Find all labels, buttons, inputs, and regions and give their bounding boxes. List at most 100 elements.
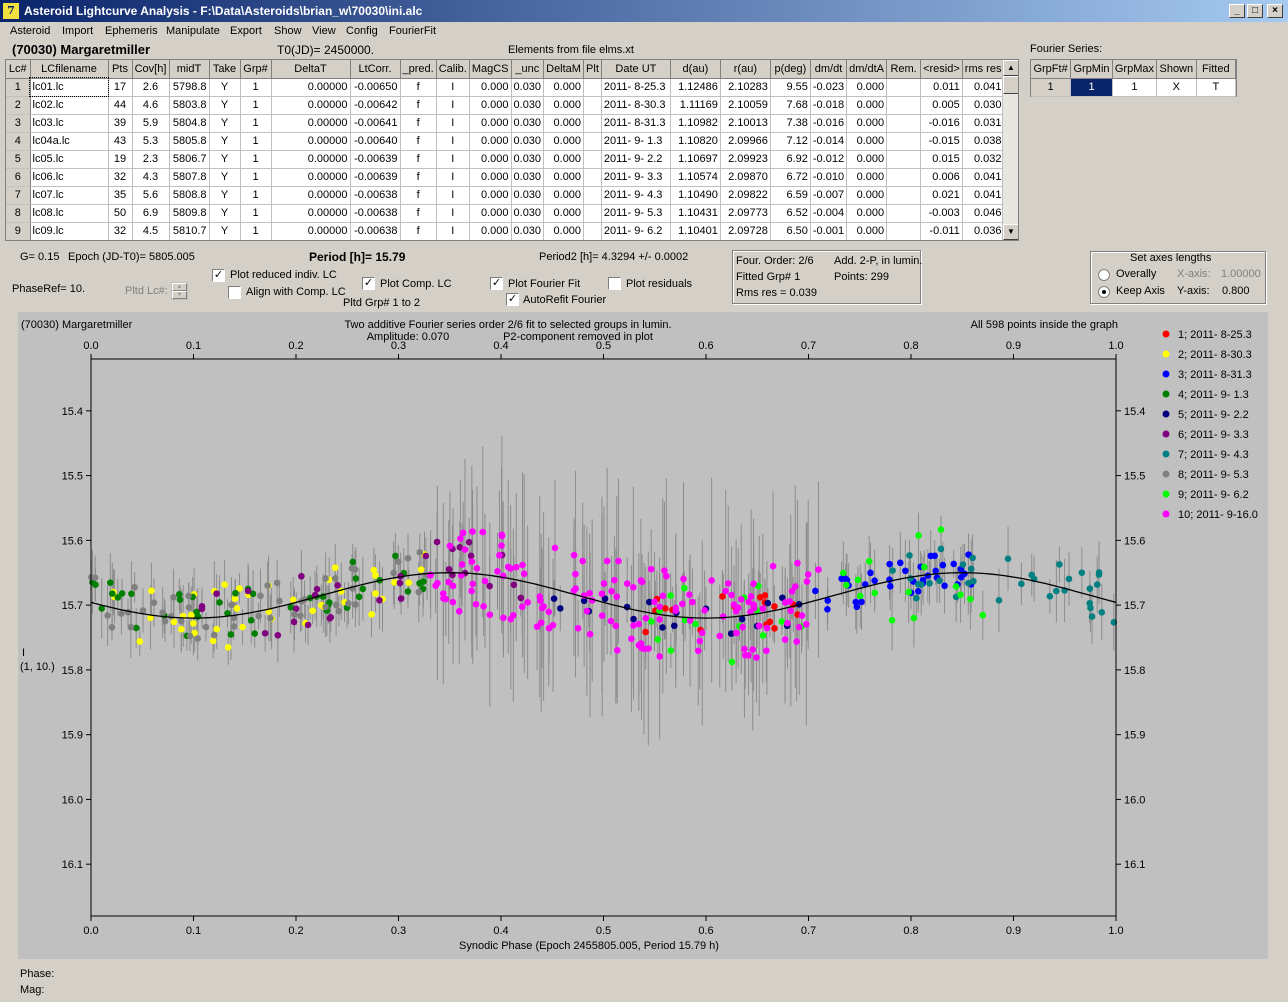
pltd-lc-spinner[interactable]: ▲ ▼: [171, 282, 188, 300]
align-comp-checkbox[interactable]: [228, 286, 241, 299]
table-cell[interactable]: -0.00640: [350, 132, 401, 151]
table-cell[interactable]: I: [436, 114, 470, 133]
table-cell[interactable]: 0.041: [962, 168, 1005, 187]
table-row[interactable]: 6 lc06.lc 32 4.3 5807.8 Y 1 0.00000 -0.00639 f I 0.…: [6, 168, 1005, 187]
table-row[interactable]: 7 lc07.lc 35 5.6 5808.8 Y 1 0.00000 -0.00638 f I 0.…: [6, 186, 1005, 205]
table-cell[interactable]: 2011- 8-30.3: [601, 96, 671, 115]
table-cell[interactable]: [886, 132, 922, 151]
col-header[interactable]: LCfilename: [30, 60, 109, 79]
fs-col-grpft[interactable]: GrpFt#: [1031, 60, 1072, 79]
col-header[interactable]: dm/dt: [810, 60, 848, 79]
table-cell[interactable]: 0.030: [511, 150, 545, 169]
xaxis-value[interactable]: 1.00000: [1221, 268, 1261, 280]
table-cell[interactable]: 2.09870: [720, 168, 771, 187]
table-cell[interactable]: 35: [108, 186, 133, 205]
table-cell[interactable]: 1: [240, 78, 272, 97]
table-cell[interactable]: [583, 150, 602, 169]
table-cell[interactable]: lc09.lc: [30, 222, 109, 240]
table-cell[interactable]: 1: [240, 96, 272, 115]
table-cell[interactable]: [583, 168, 602, 187]
table-cell[interactable]: 6.59: [770, 186, 811, 205]
table-cell[interactable]: 1: [240, 114, 272, 133]
table-cell[interactable]: f: [400, 78, 437, 97]
table-cell[interactable]: 5.6: [132, 186, 170, 205]
menu-fourierfit[interactable]: FourierFit: [389, 25, 436, 37]
table-cell[interactable]: I: [436, 168, 470, 187]
menu-manipulate[interactable]: Manipulate: [166, 25, 220, 37]
table-cell[interactable]: 0.041: [962, 186, 1005, 205]
overally-radio[interactable]: [1098, 269, 1110, 281]
col-header[interactable]: Calib.: [436, 60, 470, 79]
table-cell[interactable]: 50: [108, 204, 133, 223]
table-cell[interactable]: 0.000: [469, 222, 512, 240]
table-cell[interactable]: 0.005: [920, 96, 963, 115]
table-cell[interactable]: 2.10059: [720, 96, 771, 115]
keep-axis-radio[interactable]: [1098, 286, 1110, 298]
table-cell[interactable]: Y: [209, 186, 241, 205]
table-cell[interactable]: 2.09728: [720, 222, 771, 240]
col-header[interactable]: Grp#: [240, 60, 272, 79]
row-header[interactable]: 6: [6, 168, 31, 187]
col-header[interactable]: rms res: [962, 60, 1005, 79]
table-cell[interactable]: 5.3: [132, 132, 170, 151]
table-cell[interactable]: 5.9: [132, 114, 170, 133]
scroll-thumb[interactable]: [1003, 76, 1018, 94]
table-cell[interactable]: 2011- 9- 6.2: [601, 222, 671, 240]
yaxis-value[interactable]: 0.800: [1222, 285, 1250, 297]
table-cell[interactable]: 2.10283: [720, 78, 771, 97]
table-cell[interactable]: lc06.lc: [30, 168, 109, 187]
table-cell[interactable]: 2.09822: [720, 186, 771, 205]
table-cell[interactable]: [583, 114, 602, 133]
table-cell[interactable]: 5809.8: [169, 204, 210, 223]
table-cell[interactable]: 2011- 9- 5.3: [601, 204, 671, 223]
table-cell[interactable]: 0.00000: [271, 168, 351, 187]
table-cell[interactable]: 0.000: [469, 132, 512, 151]
table-cell[interactable]: 32: [108, 222, 133, 240]
table-row[interactable]: 5 lc05.lc 19 2.3 5806.7 Y 1 0.00000 -0.00639 f I 0.…: [6, 150, 1005, 169]
spin-up-icon[interactable]: ▲: [172, 283, 187, 291]
table-cell[interactable]: -0.00638: [350, 204, 401, 223]
table-cell[interactable]: [583, 222, 602, 240]
table-cell[interactable]: 0.031: [962, 114, 1005, 133]
table-row[interactable]: 8 lc08.lc 50 6.9 5809.8 Y 1 0.00000 -0.00638 f I 0.…: [6, 204, 1005, 223]
table-cell[interactable]: 5803.8: [169, 96, 210, 115]
menu-export[interactable]: Export: [230, 25, 262, 37]
table-cell[interactable]: -0.007: [810, 186, 848, 205]
table-cell[interactable]: 0.000: [846, 96, 888, 115]
table-cell[interactable]: 0.00000: [271, 186, 351, 205]
row-header[interactable]: 7: [6, 186, 31, 205]
table-cell[interactable]: f: [400, 168, 437, 187]
table-cell[interactable]: Y: [209, 150, 241, 169]
table-cell[interactable]: 0.000: [846, 168, 888, 187]
table-cell[interactable]: [886, 186, 922, 205]
table-cell[interactable]: [886, 222, 922, 240]
fs-col-fitted[interactable]: Fitted: [1196, 60, 1237, 79]
table-row[interactable]: 1 lc01.lc 17 2.6 5798.8 Y 1 0.00000 -0.00650 f I 0.…: [6, 77, 1005, 97]
table-cell[interactable]: 4.6: [132, 96, 170, 115]
table-cell[interactable]: 43: [108, 132, 133, 151]
table-cell[interactable]: 0.030: [511, 204, 545, 223]
table-cell[interactable]: I: [436, 132, 470, 151]
table-cell[interactable]: 2011- 8-31.3: [601, 114, 671, 133]
table-cell[interactable]: -0.014: [810, 132, 848, 151]
col-header[interactable]: DeltaT: [271, 60, 351, 79]
col-header[interactable]: <resid>: [920, 60, 963, 79]
table-cell[interactable]: 6.92: [770, 150, 811, 169]
table-cell[interactable]: 6.50: [770, 222, 811, 240]
table-cell[interactable]: 1.10490: [670, 186, 721, 205]
table-cell[interactable]: -0.016: [810, 114, 848, 133]
col-header[interactable]: Date UT: [601, 60, 671, 79]
table-cell[interactable]: 7.68: [770, 96, 811, 115]
col-header[interactable]: r(au): [720, 60, 771, 79]
table-cell[interactable]: 0.000: [469, 96, 512, 115]
table-cell[interactable]: 9.55: [770, 78, 811, 97]
table-cell[interactable]: 17: [108, 78, 133, 97]
table-cell[interactable]: 2011- 9- 2.2: [601, 150, 671, 169]
table-cell[interactable]: -0.012: [810, 150, 848, 169]
menu-config[interactable]: Config: [346, 25, 378, 37]
table-cell[interactable]: 0.00000: [271, 132, 351, 151]
table-cell[interactable]: 1.10982: [670, 114, 721, 133]
table-cell[interactable]: f: [400, 222, 437, 240]
table-row[interactable]: 4 lc04a.lc 43 5.3 5805.8 Y 1 0.00000 -0.00640 f I 0…: [6, 132, 1005, 151]
table-cell[interactable]: Y: [209, 168, 241, 187]
